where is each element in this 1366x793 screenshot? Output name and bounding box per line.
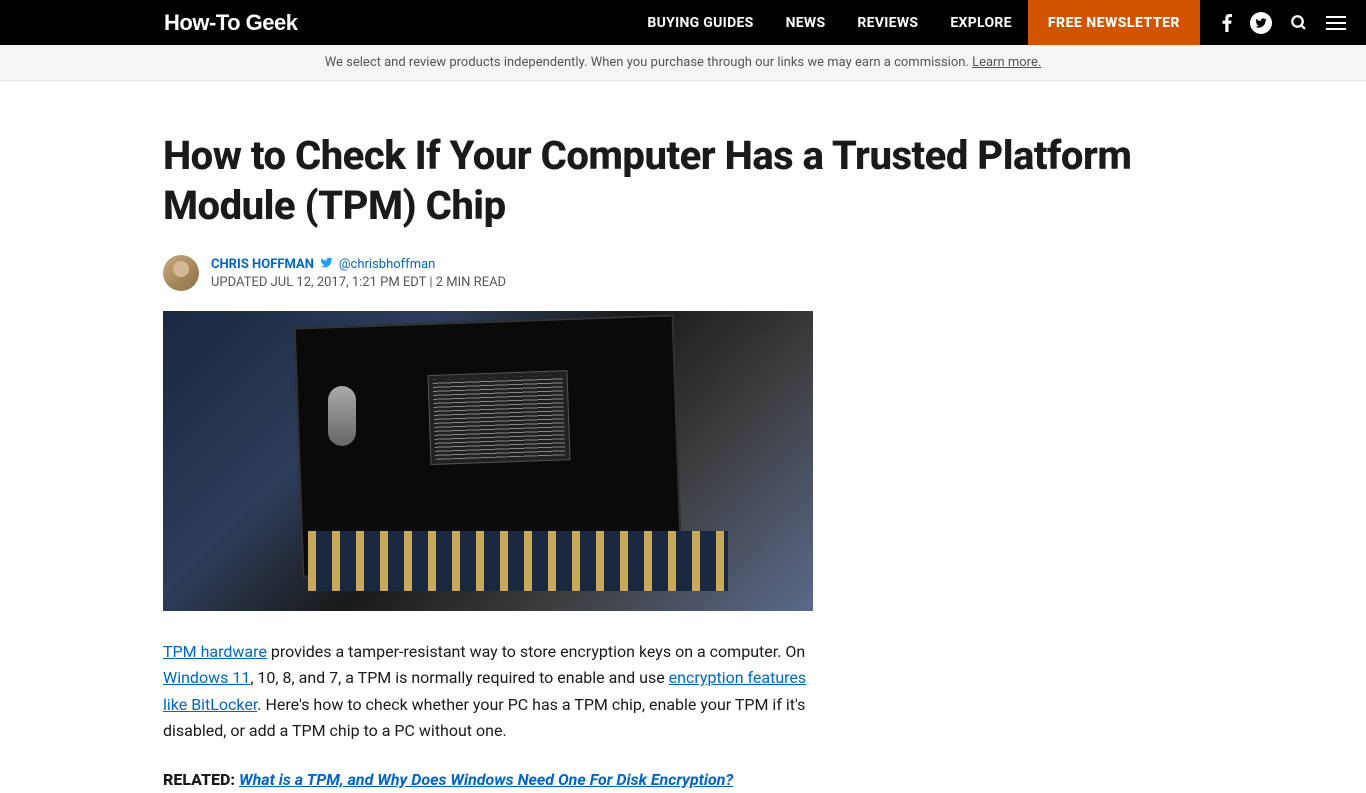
facebook-icon[interactable] [1222, 14, 1232, 32]
para-text-1: provides a tamper-resistant way to store… [267, 642, 805, 661]
author-row: CHRIS HOFFMAN @chrisbhoffman UPDATED JUL… [163, 255, 1203, 291]
twitter-mini-icon [320, 256, 333, 273]
nav-news[interactable]: NEWS [770, 0, 842, 45]
article-title: How to Check If Your Computer Has a Trus… [163, 131, 1203, 231]
author-name-row: CHRIS HOFFMAN @chrisbhoffman [211, 256, 506, 273]
disclaimer-link[interactable]: Learn more. [972, 55, 1041, 70]
article-body: TPM hardware provides a tamper-resistant… [163, 311, 813, 793]
article-container: How to Check If Your Computer Has a Trus… [163, 81, 1203, 793]
author-meta: CHRIS HOFFMAN @chrisbhoffman UPDATED JUL… [211, 256, 506, 290]
intro-paragraph: TPM hardware provides a tamper-resistant… [163, 639, 813, 745]
related-label: RELATED: [163, 770, 235, 789]
twitter-icon[interactable] [1250, 12, 1272, 34]
para-text-2: , 10, 8, and 7, a TPM is normally requir… [250, 668, 668, 687]
disclaimer-text: We select and review products independen… [325, 55, 972, 70]
author-name-link[interactable]: CHRIS HOFFMAN [211, 257, 314, 272]
twitter-handle-link[interactable]: @chrisbhoffman [339, 257, 435, 272]
nav-links-group: BUYING GUIDES NEWS REVIEWS EXPLORE FREE … [631, 0, 1200, 45]
nav-reviews[interactable]: REVIEWS [841, 0, 934, 45]
newsletter-button[interactable]: FREE NEWSLETTER [1028, 0, 1200, 45]
nav-explore[interactable]: EXPLORE [934, 0, 1028, 45]
author-avatar[interactable] [163, 255, 199, 291]
site-logo[interactable]: How-To Geek [164, 10, 297, 36]
tpm-hardware-link[interactable]: TPM hardware [163, 642, 267, 661]
menu-icon[interactable] [1326, 12, 1346, 34]
hero-image [163, 311, 813, 611]
article-meta-line: UPDATED JUL 12, 2017, 1:21 PM EDT | 2 MI… [211, 275, 506, 290]
para-text-3: . Here's how to check whether your PC ha… [163, 695, 805, 740]
top-navigation: How-To Geek BUYING GUIDES NEWS REVIEWS E… [0, 0, 1366, 45]
nav-icons-group [1200, 12, 1366, 34]
windows11-link[interactable]: Windows 11 [163, 668, 250, 687]
related-link[interactable]: What is a TPM, and Why Does Windows Need… [239, 770, 733, 789]
related-row: RELATED: What is a TPM, and Why Does Win… [163, 767, 813, 793]
search-icon[interactable] [1290, 14, 1308, 32]
disclaimer-bar: We select and review products independen… [0, 45, 1366, 81]
nav-buying-guides[interactable]: BUYING GUIDES [631, 0, 769, 45]
